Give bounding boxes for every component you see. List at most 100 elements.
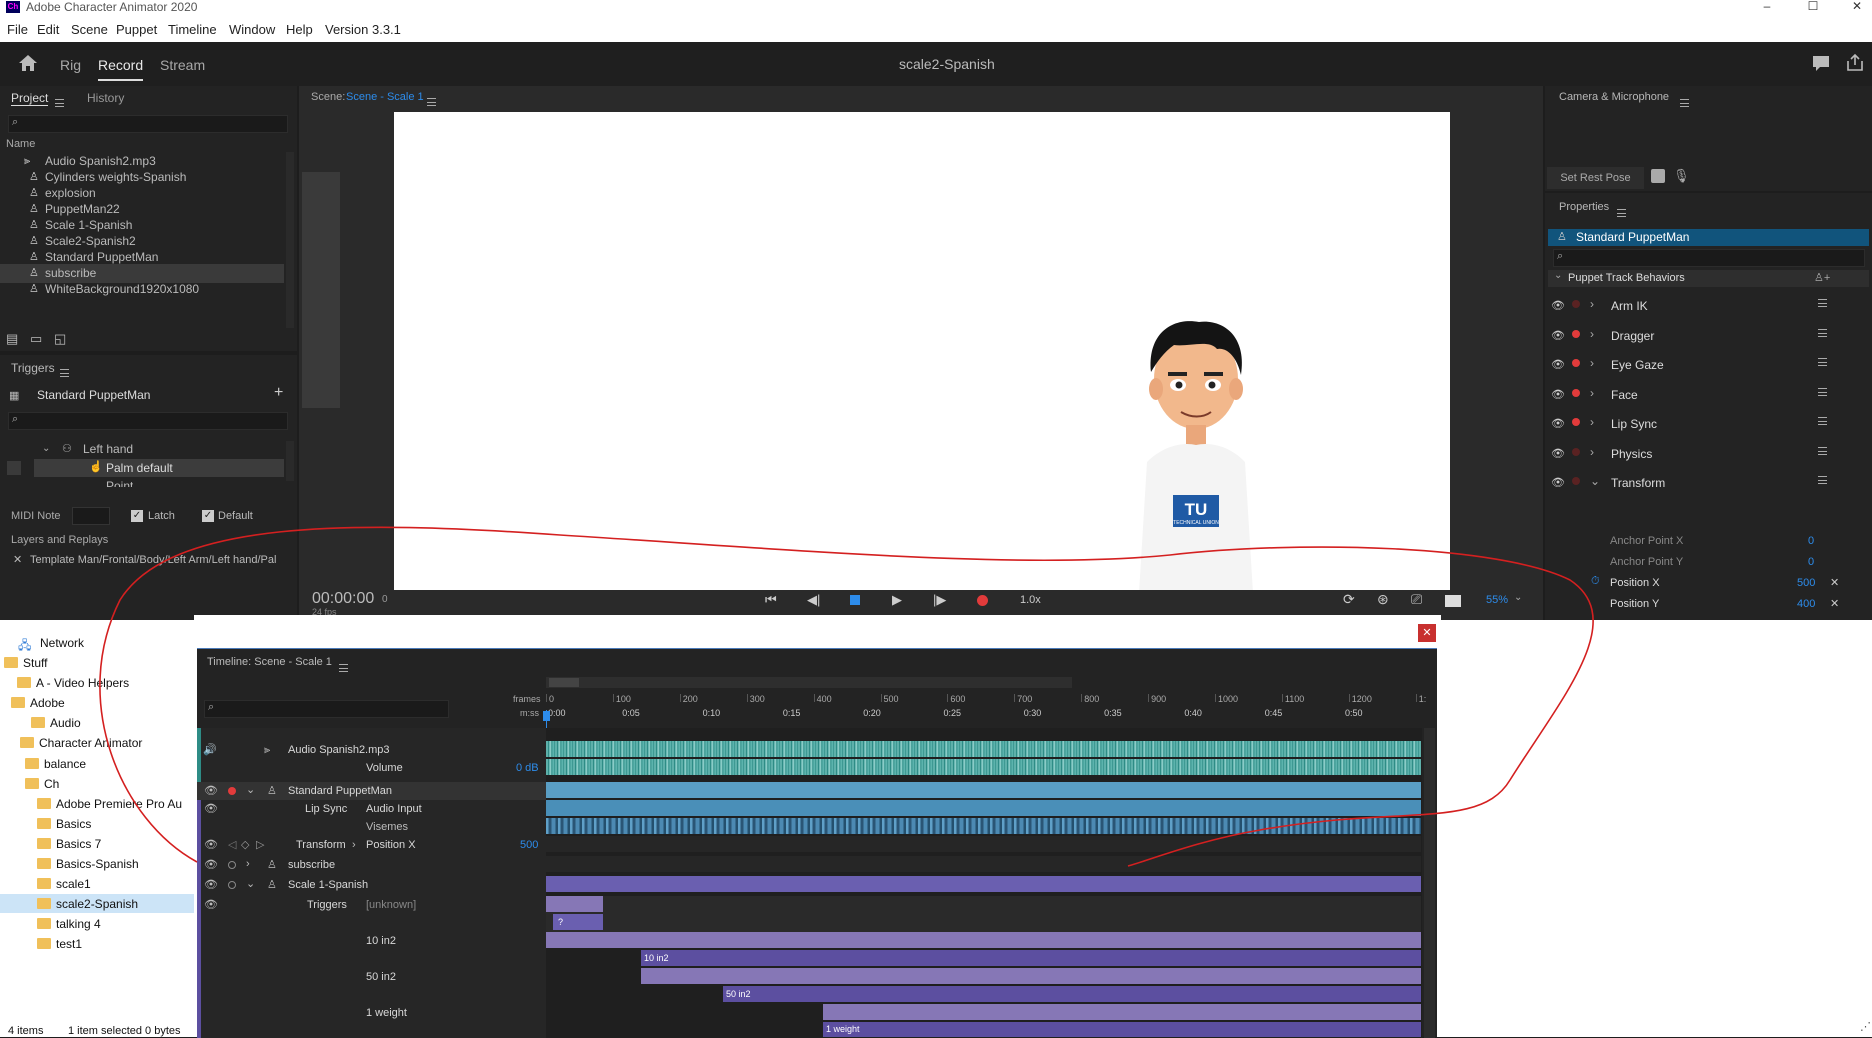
chevron-right-icon[interactable]: ›	[1590, 297, 1594, 311]
mesh-icon[interactable]: ⊛	[1377, 591, 1389, 608]
menu-scene[interactable]: Scene	[71, 22, 108, 37]
step-forward-icon[interactable]: |▶	[933, 592, 946, 608]
eye-icon[interactable]: 👁	[204, 876, 218, 894]
new-scene-icon[interactable]: ◱	[54, 331, 66, 347]
playback-speed[interactable]: 1.0x	[1020, 594, 1041, 606]
project-menu-icon[interactable]	[55, 98, 64, 107]
scale1-track-clip[interactable]	[546, 876, 1421, 892]
eye-icon[interactable]: 👁	[1551, 476, 1565, 489]
remove-keyframe-icon[interactable]: ✕	[1830, 597, 1839, 610]
menu-window[interactable]: Window	[229, 22, 275, 37]
remove-keyframe-icon[interactable]: ✕	[1830, 576, 1839, 589]
background-icon[interactable]	[1445, 595, 1461, 607]
eye-icon[interactable]: 👁	[204, 782, 218, 800]
eye-icon[interactable]: 👁	[1551, 388, 1565, 401]
tab-rig[interactable]: Rig	[60, 57, 81, 73]
folder-item[interactable]: A - Video Helpers	[36, 676, 129, 690]
resize-grip-icon[interactable]: ⋰	[1860, 1020, 1871, 1033]
menu-help[interactable]: Help	[286, 22, 313, 37]
chevron-down-icon[interactable]: ⌄	[246, 875, 255, 893]
folder-item[interactable]: Stuff	[23, 656, 47, 670]
behaviors-section-header[interactable]: ⌄ Puppet Track Behaviors ♙+	[1548, 270, 1869, 287]
audio-waveform-clip[interactable]	[546, 759, 1421, 775]
behavior-menu-icon[interactable]	[1818, 358, 1827, 366]
eye-icon[interactable]: 👁	[1551, 417, 1565, 430]
home-icon[interactable]	[18, 54, 38, 72]
tab-project[interactable]: Project	[11, 91, 49, 106]
speaker-icon[interactable]: 🔊	[203, 741, 217, 759]
folder-item[interactable]: Basics 7	[56, 837, 101, 851]
folder-item[interactable]: Basics-Spanish	[56, 857, 139, 871]
behavior-menu-icon[interactable]	[1818, 476, 1827, 484]
triggers-track[interactable]	[546, 896, 1421, 932]
eye-icon[interactable]: 👁	[1551, 358, 1565, 371]
trigger-scrollbar[interactable]	[286, 441, 294, 481]
timeline-search-input[interactable]: ⌕	[204, 700, 449, 718]
record-arm-icon[interactable]	[228, 861, 236, 869]
eye-icon[interactable]: 👁	[1551, 299, 1565, 312]
selected-puppet-row[interactable]: ♙ Standard PuppetMan	[1548, 229, 1869, 246]
midi-note-input[interactable]	[72, 507, 110, 525]
record-arm-icon[interactable]	[1572, 329, 1580, 338]
scene-canvas[interactable]: TU TECHNICAL UNION	[394, 112, 1450, 590]
remove-layer-icon[interactable]: ✕	[13, 553, 22, 566]
eye-icon[interactable]: 👁	[204, 836, 218, 854]
behavior-menu-icon[interactable]	[1818, 299, 1827, 307]
eye-icon[interactable]: 👁	[204, 896, 218, 914]
playhead-handle[interactable]	[543, 711, 550, 721]
tab-stream[interactable]: Stream	[160, 57, 205, 73]
trigger-clip-1weight[interactable]: 1 weight	[823, 1022, 1421, 1037]
record-arm-icon[interactable]	[1572, 388, 1580, 397]
param-position-x-value[interactable]: 500	[1797, 577, 1815, 589]
trigger-point[interactable]: Point	[106, 479, 133, 487]
eye-icon[interactable]: 👁	[1551, 447, 1565, 460]
explorer-network[interactable]: Network	[40, 636, 84, 650]
scene-menu-icon[interactable]	[427, 97, 436, 106]
camera-menu-icon[interactable]	[1680, 98, 1689, 107]
trigger-group-left-hand[interactable]: Left hand	[83, 442, 133, 456]
timeline-scroll-strip[interactable]	[546, 677, 1072, 688]
name-column-header[interactable]: Name	[6, 138, 35, 150]
eye-icon[interactable]: 👁	[1551, 329, 1565, 342]
triggers-menu-icon[interactable]	[60, 368, 69, 377]
behavior-menu-icon[interactable]	[1818, 328, 1827, 337]
prev-keyframe-icon[interactable]: ◁	[228, 836, 236, 854]
lipsync-clip[interactable]	[546, 800, 1421, 816]
monitor-icon[interactable]: ⎚	[1411, 591, 1422, 608]
timeline-scrollbar[interactable]	[1424, 728, 1435, 1038]
close-icon[interactable]: ✕	[1842, 0, 1872, 14]
set-rest-pose-button[interactable]: Set Rest Pose	[1547, 167, 1644, 189]
folder-item[interactable]: talking 4	[56, 917, 101, 931]
microphone-icon[interactable]: 🎙	[1673, 168, 1690, 184]
audio-waveform-clip[interactable]	[546, 741, 1421, 757]
behavior-row[interactable]: 👁 ⌄ Transform	[1545, 463, 1871, 498]
chevron-right-icon[interactable]: ›	[1590, 445, 1594, 459]
record-arm-icon[interactable]	[1572, 447, 1580, 456]
visemes-clip[interactable]	[546, 818, 1421, 834]
behavior-menu-icon[interactable]	[1818, 446, 1827, 455]
eye-icon[interactable]: 👁	[204, 800, 218, 818]
tab-history[interactable]: History	[87, 91, 124, 105]
behavior-menu-icon[interactable]	[1818, 417, 1827, 425]
behavior-menu-icon[interactable]	[1818, 387, 1827, 396]
properties-menu-icon[interactable]	[1617, 208, 1626, 217]
chevron-right-icon[interactable]: ›	[1590, 386, 1594, 400]
record-arm-icon[interactable]	[1572, 359, 1580, 367]
new-puppet-icon[interactable]: ▤	[6, 331, 18, 347]
record-arm-icon[interactable]	[1572, 477, 1580, 485]
record-arm-icon[interactable]	[228, 881, 236, 889]
minimize-icon[interactable]: –	[1752, 0, 1782, 14]
transform-track[interactable]	[546, 836, 1421, 852]
param-position-y-value[interactable]: 400	[1797, 598, 1815, 610]
trigger-lane[interactable]	[823, 1004, 1421, 1020]
project-search-input[interactable]: ⌕	[8, 115, 288, 133]
chevron-down-icon[interactable]: ⌄	[42, 443, 50, 454]
chevron-down-icon[interactable]: ⌄	[1514, 592, 1522, 603]
chevron-right-icon[interactable]: ›	[1590, 327, 1594, 341]
trigger-clip-unknown[interactable]: ?	[553, 914, 603, 930]
default-checkbox[interactable]: ✓	[202, 510, 214, 522]
record-arm-icon[interactable]	[1572, 300, 1580, 308]
timeline-close-button[interactable]: ✕	[1418, 624, 1436, 642]
folder-item[interactable]: Character Animator	[39, 736, 142, 750]
maximize-icon[interactable]: ☐	[1798, 0, 1828, 14]
